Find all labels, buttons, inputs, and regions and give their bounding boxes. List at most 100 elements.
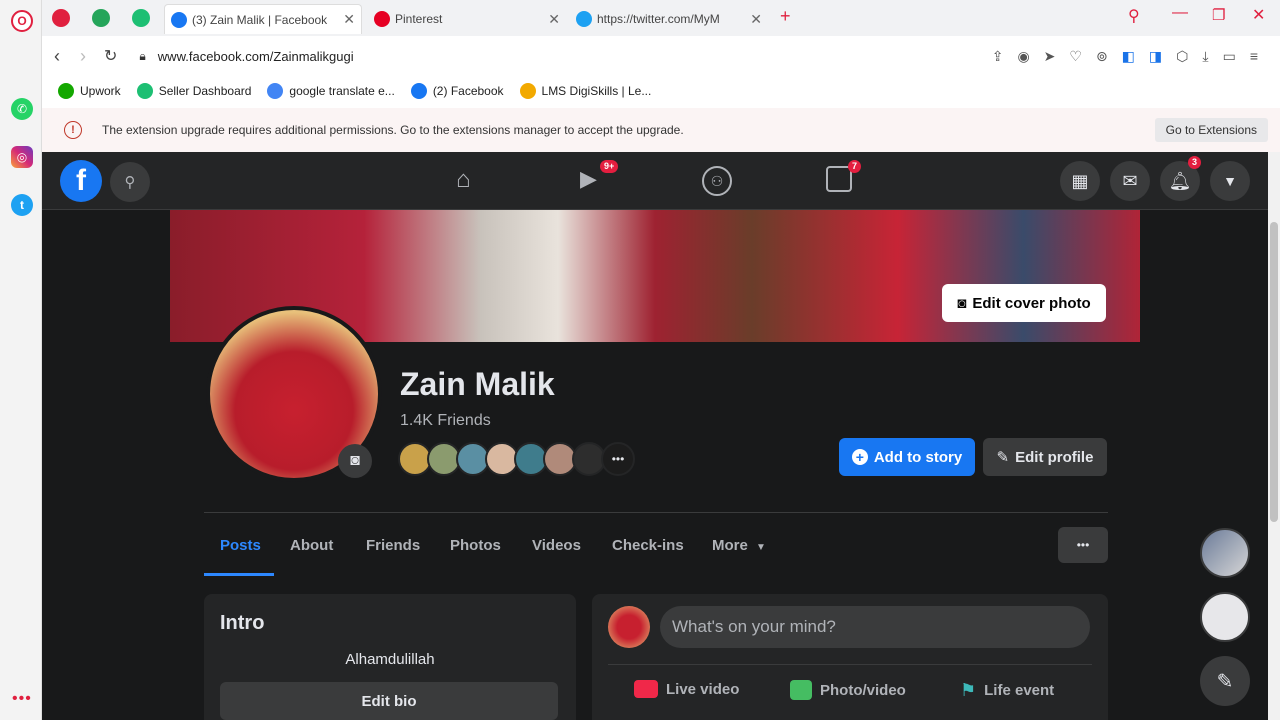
- restore-button[interactable]: ❐: [1212, 6, 1225, 24]
- battery-icon[interactable]: ▭: [1223, 48, 1236, 65]
- live-video-button[interactable]: Live video: [634, 680, 739, 698]
- google-icon: [267, 83, 284, 99]
- extension-icon[interactable]: ◧: [1122, 48, 1135, 65]
- tab-videos[interactable]: Videos: [532, 537, 581, 554]
- tab-posts[interactable]: Posts: [220, 537, 261, 554]
- menu-grid-icon[interactable]: ▦: [1060, 161, 1100, 201]
- scrollbar[interactable]: [1268, 152, 1280, 720]
- bookmark-upwork[interactable]: Upwork: [58, 83, 121, 99]
- photo-icon: [790, 680, 812, 700]
- edit-profile-button[interactable]: ✎ Edit profile: [983, 438, 1107, 476]
- tab-pinterest[interactable]: Pinterest ✕: [368, 4, 566, 34]
- contact-avatar[interactable]: [1200, 528, 1250, 578]
- whatsapp-icon[interactable]: ✆: [11, 98, 33, 120]
- photo-video-button[interactable]: Photo/video: [790, 680, 906, 700]
- messenger-icon[interactable]: ✉: [1110, 161, 1150, 201]
- edit-cover-photo-button[interactable]: ◙ Edit cover photo: [942, 284, 1106, 322]
- bookmark-facebook[interactable]: (2) Facebook: [410, 83, 504, 99]
- bookmark-label: (2) Facebook: [432, 84, 504, 98]
- profile-name: Zain Malik: [400, 366, 555, 402]
- pinned-tab-icon[interactable]: [52, 9, 70, 27]
- photo-video-label: Photo/video: [820, 681, 906, 699]
- bookmark-seller-dashboard[interactable]: Seller Dashboard: [136, 83, 251, 99]
- tab-friends[interactable]: Friends: [366, 537, 420, 554]
- translate-icon[interactable]: ◨: [1149, 48, 1162, 65]
- menu-icon[interactable]: ≡: [1250, 48, 1258, 65]
- more-friends-icon[interactable]: •••: [601, 442, 635, 476]
- pencil-icon: ✎: [996, 449, 1010, 466]
- vpn-icon[interactable]: ⊚: [1096, 48, 1108, 65]
- heart-icon[interactable]: ♡: [1069, 48, 1082, 65]
- close-icon[interactable]: ✕: [343, 11, 355, 28]
- browser-sidebar: O ✆ ◎ t •••: [0, 0, 42, 720]
- twitter-icon[interactable]: t: [11, 194, 33, 216]
- contact-avatar[interactable]: [1200, 592, 1250, 642]
- camera-icon[interactable]: ◉: [1017, 48, 1029, 65]
- live-video-icon: [634, 680, 658, 698]
- opera-menu-icon[interactable]: O: [11, 10, 33, 32]
- tab-label: (3) Zain Malik | Facebook: [192, 12, 328, 27]
- new-message-icon[interactable]: ✎: [1200, 656, 1250, 706]
- tab-facebook[interactable]: (3) Zain Malik | Facebook ✕: [164, 4, 362, 34]
- watch-icon[interactable]: ▶: [580, 166, 597, 192]
- search-tabs-icon[interactable]: ⚲: [1128, 6, 1140, 26]
- digiskills-icon: [519, 83, 536, 99]
- bookmark-label: Upwork: [80, 84, 121, 98]
- pinned-tab-icon[interactable]: [92, 9, 110, 27]
- send-icon[interactable]: ➤: [1044, 48, 1056, 65]
- forward-button[interactable]: ›: [80, 46, 86, 67]
- facebook-icon: [171, 11, 187, 28]
- bookmark-google-translate[interactable]: google translate e...: [267, 83, 395, 99]
- edit-cover-label: Edit cover photo: [972, 294, 1091, 312]
- intro-card: Intro Alhamdulillah Edit bio: [204, 594, 576, 720]
- life-event-button[interactable]: ⚑ Life event: [960, 680, 1054, 701]
- close-icon[interactable]: ✕: [750, 11, 762, 28]
- bookmark-label: LMS DigiSkills | Le...: [541, 84, 652, 98]
- tab-more[interactable]: More ▼: [712, 537, 766, 554]
- browser-window: O ✆ ◎ t ••• (3) Zain Malik | Facebook ✕ …: [0, 0, 1280, 720]
- url-field[interactable]: www.facebook.com/Zainmalikgugi: [158, 49, 354, 64]
- new-tab-button[interactable]: +: [780, 6, 791, 27]
- profile-tabs: Posts About Friends Photos Videos Check-…: [204, 512, 1108, 576]
- close-window-button[interactable]: ✕: [1252, 5, 1265, 25]
- close-icon[interactable]: ✕: [548, 11, 560, 28]
- tab-more-label: More: [712, 537, 748, 554]
- tab-twitter[interactable]: https://twitter.com/MyM ✕: [570, 4, 768, 34]
- tab-label: https://twitter.com/MyM: [597, 12, 720, 26]
- bookmark-digiskills[interactable]: LMS DigiSkills | Le...: [519, 83, 652, 99]
- camera-icon[interactable]: ◙: [338, 444, 372, 478]
- tab-about[interactable]: About: [290, 537, 333, 554]
- scrollbar-thumb[interactable]: [1270, 222, 1278, 522]
- download-icon[interactable]: ⤓: [1202, 48, 1208, 65]
- notice-text: The extension upgrade requires additiona…: [102, 123, 684, 137]
- account-menu-icon[interactable]: ▼: [1210, 161, 1250, 201]
- bookmark-label: google translate e...: [289, 84, 395, 98]
- tab-photos[interactable]: Photos: [450, 537, 501, 554]
- share-icon[interactable]: ⇪: [992, 48, 1004, 65]
- search-icon[interactable]: ⚲: [110, 162, 150, 202]
- pinned-tab-icon[interactable]: [132, 9, 150, 27]
- facebook-logo-icon[interactable]: f: [60, 160, 102, 202]
- bookmarks-bar: Upwork Seller Dashboard google translate…: [42, 76, 1280, 106]
- minimize-button[interactable]: —: [1172, 4, 1188, 22]
- add-to-story-button[interactable]: + Add to story: [839, 438, 975, 476]
- edit-bio-button[interactable]: Edit bio: [220, 682, 558, 720]
- avatar[interactable]: [608, 606, 650, 648]
- chevron-down-icon: ▼: [756, 542, 766, 553]
- more-options-button[interactable]: •••: [1058, 527, 1108, 563]
- more-icon[interactable]: •••: [12, 690, 32, 708]
- friends-count[interactable]: 1.4K Friends: [400, 412, 491, 430]
- home-icon[interactable]: ⌂: [456, 166, 471, 194]
- camera-icon: ◙: [957, 294, 967, 312]
- reload-button[interactable]: ↻: [104, 46, 117, 66]
- live-video-label: Live video: [666, 680, 740, 698]
- notifications-badge: 3: [1188, 156, 1202, 169]
- instagram-icon[interactable]: ◎: [11, 146, 33, 168]
- groups-icon[interactable]: ⚇: [702, 166, 732, 196]
- cube-icon[interactable]: ⬡: [1176, 48, 1188, 65]
- twitter-icon: [576, 11, 592, 27]
- tab-check-ins[interactable]: Check-ins: [612, 537, 684, 554]
- back-button[interactable]: ‹: [54, 46, 60, 67]
- go-to-extensions-button[interactable]: Go to Extensions: [1154, 118, 1268, 142]
- whats-on-your-mind-input[interactable]: What's on your mind?: [660, 606, 1090, 648]
